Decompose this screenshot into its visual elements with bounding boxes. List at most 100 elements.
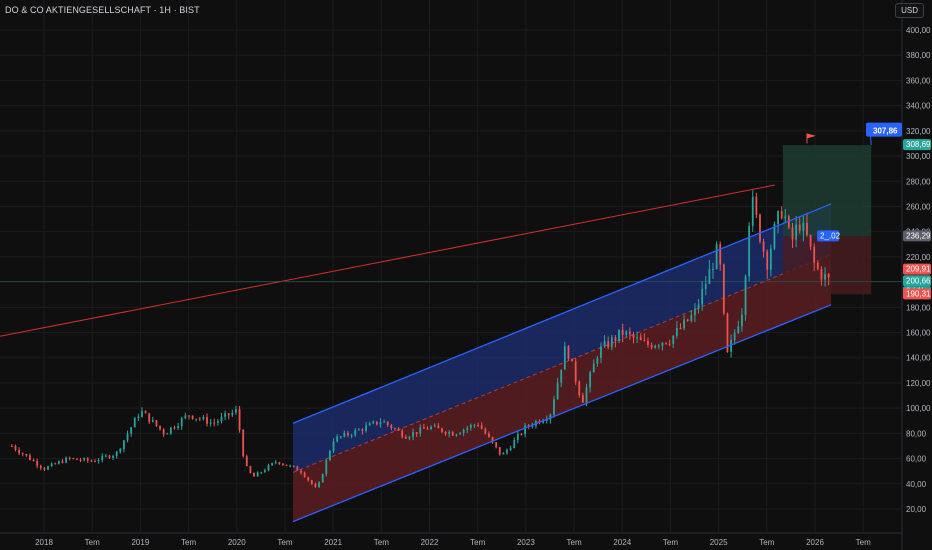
x-tick-label: Tem — [85, 538, 100, 547]
x-tick-label: 2020 — [228, 538, 246, 547]
candle-body — [18, 449, 21, 454]
candle-body — [614, 337, 617, 341]
candle-body — [375, 421, 378, 425]
candle-body — [90, 460, 93, 462]
candle-body — [448, 432, 451, 435]
candle-body — [224, 413, 227, 417]
candle-body — [368, 423, 371, 426]
candle-body — [415, 432, 418, 434]
candle-body — [451, 432, 454, 436]
candle-body — [412, 432, 414, 437]
candle-body — [556, 382, 559, 400]
candle-body — [498, 447, 501, 455]
candle-body — [426, 428, 429, 430]
candle-body — [571, 358, 573, 362]
x-tick-label: Tem — [567, 538, 582, 547]
candle-body — [618, 329, 620, 341]
candle-body — [690, 315, 693, 321]
candle-body — [675, 327, 678, 336]
candle-body — [784, 216, 787, 219]
candle-body — [336, 436, 339, 442]
candle-body — [647, 340, 649, 346]
candle-body — [68, 457, 71, 459]
x-tick-label: Tem — [856, 538, 871, 547]
candle-body — [433, 425, 436, 427]
candle-body — [712, 268, 714, 270]
candle-body — [115, 451, 118, 456]
candle-body — [806, 222, 808, 235]
candle-body — [809, 234, 812, 247]
candle-body — [133, 417, 136, 428]
candle-body — [148, 413, 151, 422]
mid-level-tag: 2_.02 — [820, 231, 841, 240]
candle-body — [567, 346, 570, 359]
candle-body — [607, 341, 610, 348]
candle-body — [372, 421, 375, 424]
y-tick-label: 280,00 — [906, 177, 931, 186]
candle-body — [459, 433, 461, 435]
candle-body — [650, 345, 653, 348]
candle-body — [76, 458, 78, 460]
candle-body — [79, 459, 82, 461]
candle-body — [307, 477, 310, 481]
candle-body — [694, 308, 696, 316]
candle-body — [162, 429, 165, 435]
candle-body — [195, 418, 198, 420]
y-tick-label: 140,00 — [906, 354, 931, 363]
candle-body — [495, 442, 498, 448]
candle-body — [386, 421, 389, 426]
candle-body — [119, 448, 122, 452]
candle-body — [321, 473, 324, 483]
candle-body — [94, 461, 96, 463]
candle-body — [303, 472, 306, 478]
x-tick-label: 2025 — [710, 538, 728, 547]
candle-body — [144, 411, 147, 414]
candle-body — [166, 433, 169, 435]
candle-body — [596, 357, 599, 364]
time-axis[interactable]: 2018 Tem 2019 Tem 2020 Tem 2021 Tem 2022 Tem 2023 T… — [0, 532, 902, 547]
candle-body — [813, 246, 816, 263]
x-tick-label: Tem — [470, 538, 485, 547]
price-chart[interactable]: 20,00 40,00 60,00 80,00 100,00 120,00 140,00 16… — [0, 0, 932, 550]
x-tick-label: 2018 — [35, 538, 53, 547]
y-tick-label: 380,00 — [906, 51, 931, 60]
candle-body — [469, 425, 472, 428]
currency-button[interactable]: USD — [895, 3, 924, 18]
candle-body — [625, 331, 628, 335]
stop-tag: 190,31 — [906, 289, 931, 298]
candle-body — [137, 416, 140, 418]
x-tick-label: 2024 — [613, 538, 631, 547]
price-axis[interactable]: 20,00 40,00 60,00 80,00 100,00 120,00 140,00 16… — [901, 0, 931, 550]
candle-body — [748, 225, 751, 277]
candle-body — [86, 458, 89, 461]
candle-body — [679, 327, 682, 329]
candle-body — [603, 341, 606, 347]
y-tick-label: 220,00 — [906, 253, 931, 262]
y-tick-label: 100,00 — [906, 404, 931, 413]
y-tick-label: 120,00 — [906, 379, 931, 388]
candle-body — [408, 436, 411, 439]
candle-body — [57, 461, 60, 464]
x-tick-label: 2022 — [421, 538, 439, 547]
candle-body — [274, 462, 277, 464]
candle-body — [249, 466, 252, 474]
candle-body — [737, 326, 740, 333]
candle-body — [506, 449, 508, 454]
y-tick-label: 160,00 — [906, 329, 931, 338]
candle-body — [126, 433, 129, 441]
y-tick-label: 320,00 — [906, 127, 931, 136]
candle-body — [755, 196, 758, 215]
candle-body — [231, 412, 234, 416]
candle-body — [83, 458, 86, 461]
candle-body — [300, 470, 302, 473]
candle-body — [72, 458, 75, 460]
candle-body — [610, 337, 613, 348]
candle-body — [488, 433, 490, 437]
candle-body — [108, 455, 111, 458]
candle-body — [151, 420, 154, 422]
candle-body — [741, 314, 743, 327]
candle-body — [769, 248, 772, 270]
candle-body — [216, 421, 219, 423]
candle-body — [141, 411, 143, 417]
candle-body — [632, 334, 635, 338]
